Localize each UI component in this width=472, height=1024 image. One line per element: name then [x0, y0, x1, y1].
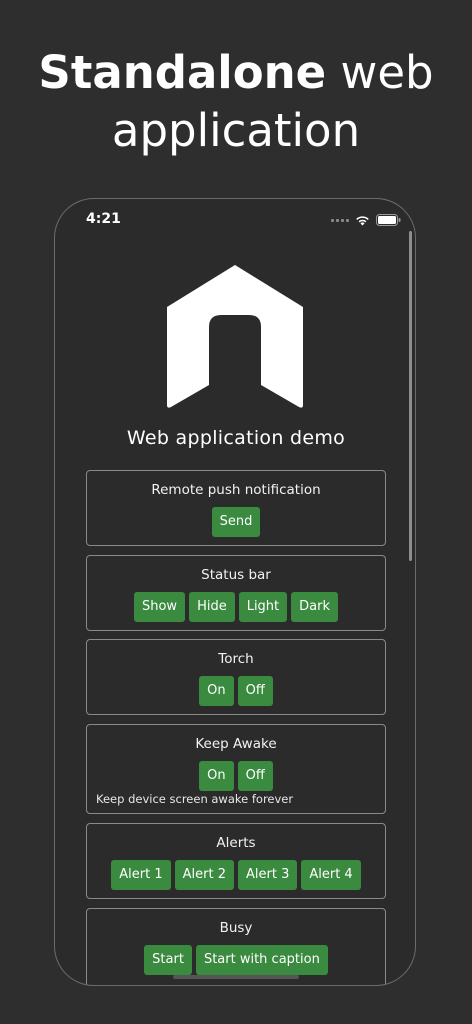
card-title-push: Remote push notification [151, 482, 321, 498]
send-button[interactable]: Send [211, 507, 261, 537]
app-logo-icon [167, 265, 303, 408]
status-time: 4:21 [86, 211, 121, 227]
card-title-alerts: Alerts [216, 835, 256, 851]
awake-note: Keep device screen awake forever [96, 792, 294, 806]
status-dark-button[interactable]: Dark [291, 592, 339, 622]
card-title-busy: Busy [219, 920, 253, 936]
alert-2-button[interactable]: Alert 2 [174, 860, 234, 890]
alert-1-button[interactable]: Alert 1 [111, 860, 171, 890]
status-show-button[interactable]: Show [133, 592, 186, 622]
awake-off-button[interactable]: Off [237, 761, 273, 791]
status-icons [331, 213, 401, 227]
card-title-awake: Keep Awake [195, 736, 277, 752]
awake-on-button[interactable]: On [199, 761, 234, 791]
headline: Standalone web application [0, 44, 472, 160]
card-alerts: Alerts Alert 1 Alert 2 Alert 3 Alert 4 [86, 823, 386, 899]
scrollbar[interactable] [409, 231, 412, 561]
headline-bold: Standalone [38, 46, 327, 99]
phone-frame: 4:21 Web application demo Remote push no… [54, 198, 416, 986]
card-title-status: Status bar [201, 567, 271, 583]
busy-start-button[interactable]: Start [144, 945, 192, 975]
status-light-button[interactable]: Light [238, 592, 288, 622]
signal-icon [331, 218, 349, 222]
status-hide-button[interactable]: Hide [189, 592, 235, 622]
card-title-torch: Torch [218, 651, 254, 667]
headline-line2: application [111, 104, 361, 157]
busy-start-caption-button[interactable]: Start with caption [195, 945, 328, 975]
card-push: Remote push notification Send [86, 470, 386, 546]
headline-rest: web [326, 46, 434, 99]
wifi-icon [356, 215, 369, 225]
home-indicator [173, 975, 299, 979]
app-title: Web application demo [126, 427, 346, 449]
torch-on-button[interactable]: On [199, 676, 234, 706]
alert-3-button[interactable]: Alert 3 [238, 860, 298, 890]
torch-off-button[interactable]: Off [237, 676, 273, 706]
battery-icon [376, 214, 401, 226]
alert-4-button[interactable]: Alert 4 [301, 860, 361, 890]
card-keep-awake: Keep Awake On Off Keep device screen awa… [86, 724, 386, 814]
card-status-bar: Status bar Show Hide Light Dark [86, 555, 386, 631]
card-torch: Torch On Off [86, 639, 386, 715]
